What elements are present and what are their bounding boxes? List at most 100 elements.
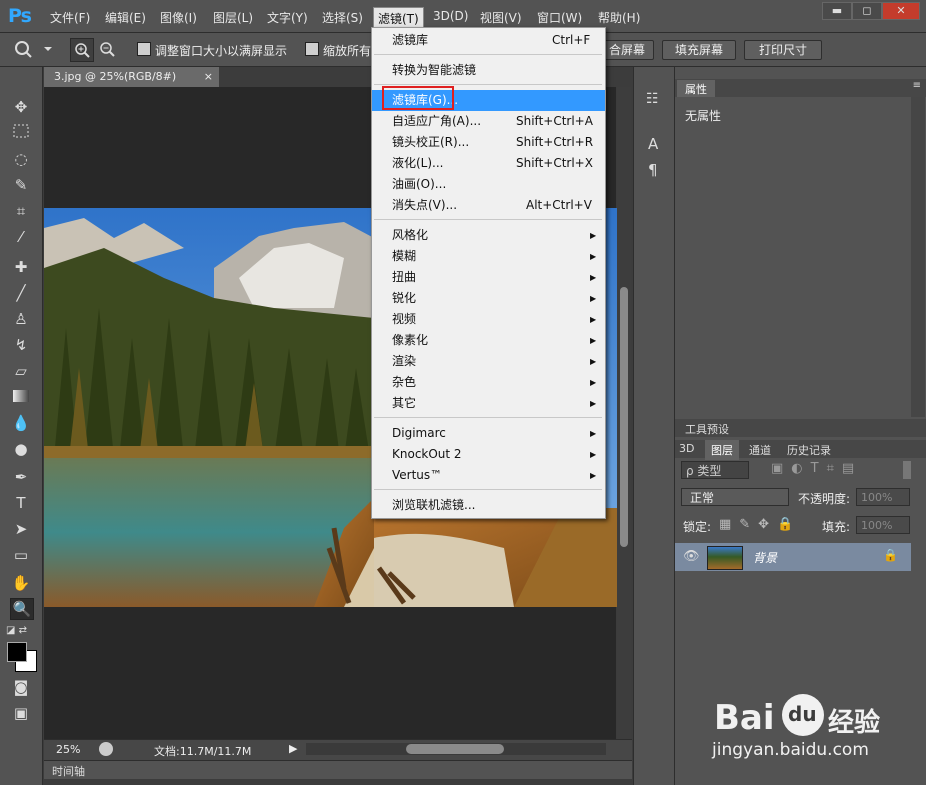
lens-correction-item[interactable]: 镜头校正(R)... Shift+Ctrl+R — [372, 132, 605, 153]
properties-scrollbar[interactable] — [911, 97, 925, 417]
menu-edit[interactable]: 编辑(E) — [105, 9, 146, 26]
vertical-scroll-thumb[interactable] — [620, 287, 628, 547]
gradient-tool-icon[interactable] — [10, 387, 32, 407]
filter-knockout-item[interactable]: KnockOut 2 ▶ — [372, 444, 605, 465]
tab-layers[interactable]: 图层 — [705, 440, 739, 460]
filter-noise-item[interactable]: 杂色 ▶ — [372, 372, 605, 393]
character-panel-icon[interactable]: ☷ — [646, 91, 659, 107]
zoom-out-icon[interactable] — [96, 38, 118, 60]
menu-type[interactable]: 文字(Y) — [267, 9, 308, 26]
filter-distort-item[interactable]: 扭曲 ▶ — [372, 267, 605, 288]
filter-stylize-item[interactable]: 风格化 ▶ — [372, 225, 605, 246]
layer-filter-icons[interactable]: ▣◐T⌗▤ — [771, 461, 896, 479]
fill-field[interactable]: 100% — [856, 516, 910, 534]
vertical-scrollbar[interactable] — [617, 87, 631, 739]
lock-icons[interactable]: ▦✎✥🔒 — [719, 517, 801, 532]
layer-row-background[interactable]: 👁 背景 🔒 — [675, 543, 911, 571]
panel-menu-icon[interactable]: ≡ — [913, 80, 921, 91]
opacity-field[interactable]: 100% — [856, 488, 910, 506]
history-brush-tool-icon[interactable]: ↯ — [10, 335, 32, 355]
menu-help[interactable]: 帮助(H) — [598, 9, 640, 26]
zoom-all-checkbox[interactable] — [305, 42, 319, 56]
move-tool-icon[interactable]: ✥ — [10, 97, 32, 117]
marquee-tool-icon[interactable] — [10, 123, 32, 143]
hand-tool-icon[interactable]: ✋ — [10, 573, 32, 593]
filter-digimarc-item[interactable]: Digimarc ▶ — [372, 423, 605, 444]
crop-tool-icon[interactable]: ⌗ — [10, 201, 32, 221]
menu-layer[interactable]: 图层(L) — [213, 9, 253, 26]
browse-online-filters-item[interactable]: 浏览联机滤镜... — [372, 495, 605, 516]
zoom-tool-preset-icon[interactable] — [10, 38, 54, 60]
watermark-cn: 经验 — [828, 708, 881, 738]
properties-tab[interactable]: 属性 — [677, 80, 715, 98]
tab-3d[interactable]: 3D — [679, 442, 694, 455]
tab-history[interactable]: 历史记录 — [787, 442, 831, 458]
menu-view[interactable]: 视图(V) — [480, 9, 522, 26]
adaptive-wide-angle-item[interactable]: 自适应广角(A)... Shift+Ctrl+A — [372, 111, 605, 132]
menu-select[interactable]: 选择(S) — [322, 9, 363, 26]
resize-windows-checkbox[interactable] — [137, 42, 151, 56]
zoom-level[interactable]: 25% — [56, 743, 80, 756]
menu-file[interactable]: 文件(F) — [50, 9, 90, 26]
pen-tool-icon[interactable]: ✒ — [10, 467, 32, 487]
layer-name[interactable]: 背景 — [753, 549, 777, 566]
eraser-tool-icon[interactable]: ▱ — [10, 361, 32, 381]
eyedropper-tool-icon[interactable]: ⁄ — [10, 227, 32, 247]
convert-smart-filters-item[interactable]: 转换为智能滤镜 — [372, 60, 605, 81]
minimize-button[interactable]: ▬ — [822, 2, 852, 20]
layer-visibility-eye-icon[interactable]: 👁 — [683, 549, 700, 564]
close-window-button[interactable]: ✕ — [882, 2, 920, 20]
clone-stamp-tool-icon[interactable]: ♙ — [10, 309, 32, 329]
brush-tool-icon[interactable]: ╱ — [10, 283, 32, 303]
filter-video-item[interactable]: 视频 ▶ — [372, 309, 605, 330]
menu-image[interactable]: 图像(I) — [160, 9, 197, 26]
lasso-tool-icon[interactable]: ◌ — [10, 149, 32, 169]
tool-presets-tab[interactable]: 工具预设 — [677, 420, 737, 438]
highlight-annotation-box — [382, 86, 454, 110]
opacity-label: 不透明度: — [798, 492, 851, 506]
dodge-tool-icon[interactable]: ● — [10, 439, 32, 459]
blur-tool-icon[interactable]: 💧 — [10, 413, 32, 433]
vanishing-point-item[interactable]: 消失点(V)... Alt+Ctrl+V — [372, 195, 605, 216]
maximize-button[interactable]: ◻ — [852, 2, 882, 20]
fill-screen-button[interactable]: 填充屏幕 — [662, 40, 736, 60]
path-select-tool-icon[interactable]: ➤ — [10, 519, 32, 539]
timeline-tab[interactable]: 时间轴 — [52, 763, 85, 779]
blend-mode-select[interactable]: 正常 — [681, 488, 789, 506]
filter-pixelate-item[interactable]: 像素化 ▶ — [372, 330, 605, 351]
foreground-color-swatch[interactable] — [7, 642, 27, 662]
horizontal-scroll-thumb[interactable] — [406, 744, 504, 754]
filter-toggle[interactable] — [903, 461, 911, 479]
oil-paint-item[interactable]: 油画(O)... — [372, 174, 605, 195]
horizontal-scrollbar[interactable] — [306, 743, 606, 755]
document-tab[interactable]: 3.jpg @ 25%(RGB/8#) × — [44, 67, 219, 87]
quick-select-tool-icon[interactable]: ✎ — [10, 175, 32, 195]
layer-thumbnail — [707, 546, 743, 570]
last-filter-item[interactable]: 滤镜库 Ctrl+F — [372, 30, 605, 51]
print-size-button[interactable]: 打印尺寸 — [744, 40, 822, 60]
fit-screen-button[interactable]: 合屏幕 — [600, 40, 654, 60]
default-colors-icon[interactable]: ◪ ⇄ — [6, 625, 27, 636]
liquify-item[interactable]: 液化(L)... Shift+Ctrl+X — [372, 153, 605, 174]
layer-kind-filter[interactable]: ρ 类型 — [681, 461, 749, 479]
status-menu-arrow-icon[interactable]: ▶ — [289, 742, 297, 755]
filter-blur-item[interactable]: 模糊 ▶ — [372, 246, 605, 267]
tab-channels[interactable]: 通道 — [749, 442, 771, 458]
menu-window[interactable]: 窗口(W) — [537, 9, 582, 26]
filter-sharpen-item[interactable]: 锐化 ▶ — [372, 288, 605, 309]
menu-3d[interactable]: 3D(D) — [433, 9, 468, 23]
filter-vertus-item[interactable]: Vertus™ ▶ — [372, 465, 605, 486]
character-icon[interactable]: A — [648, 135, 658, 153]
rectangle-tool-icon[interactable]: ▭ — [10, 545, 32, 565]
status-bar: 25% 文档:11.7M/11.7M ▶ — [44, 739, 632, 760]
zoom-in-icon[interactable] — [70, 38, 94, 62]
filter-render-item[interactable]: 渲染 ▶ — [372, 351, 605, 372]
healing-brush-tool-icon[interactable]: ✚ — [10, 257, 32, 277]
screen-mode-icon[interactable]: ▣ — [10, 703, 32, 723]
zoom-tool-icon[interactable]: 🔍 — [10, 598, 34, 620]
quick-mask-icon[interactable]: ◙ — [10, 677, 32, 697]
filter-other-item[interactable]: 其它 ▶ — [372, 393, 605, 414]
close-tab-icon[interactable]: × — [204, 67, 213, 87]
type-tool-icon[interactable]: T — [10, 493, 32, 513]
paragraph-icon[interactable]: ¶ — [648, 161, 658, 179]
